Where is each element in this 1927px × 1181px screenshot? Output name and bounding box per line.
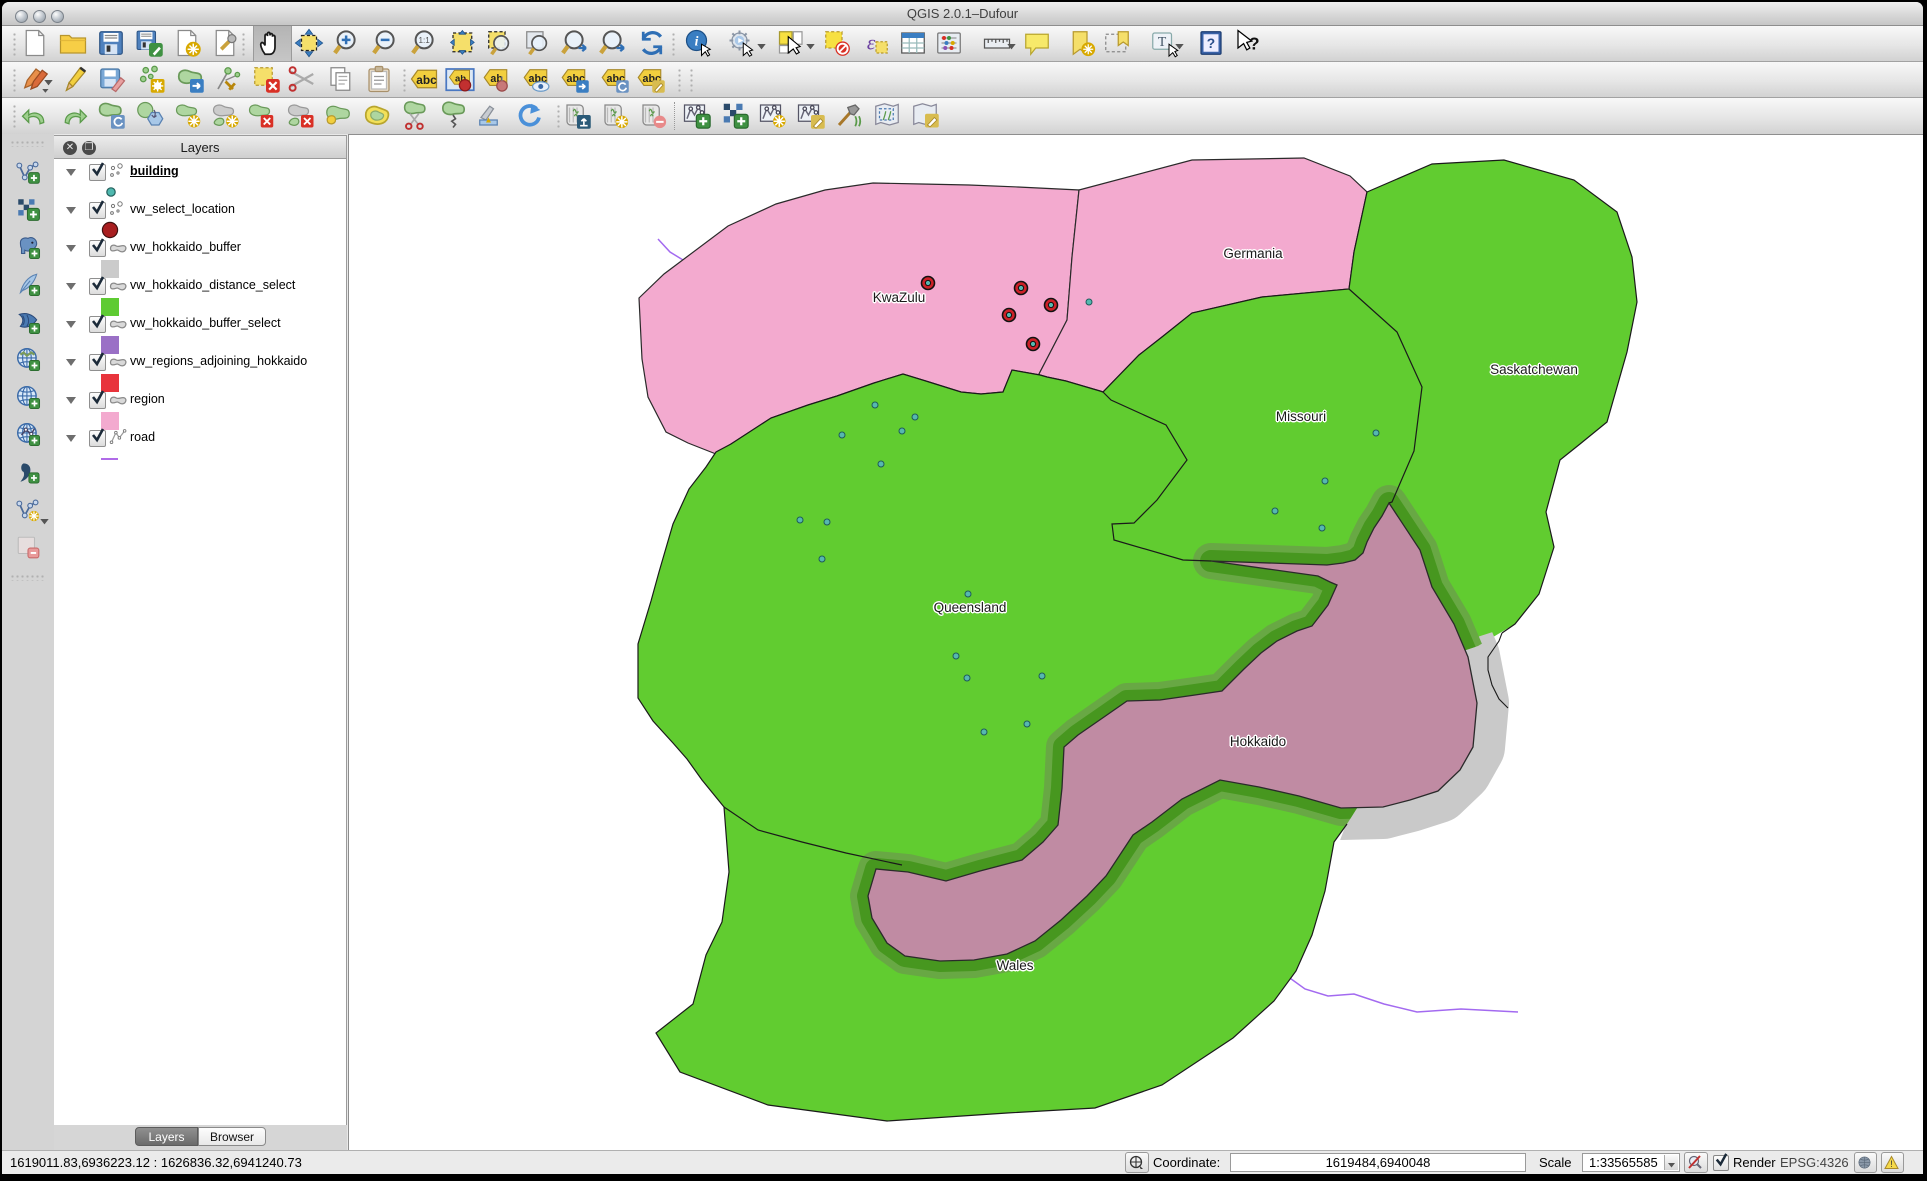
svg-text:Missouri: Missouri [1276, 409, 1326, 424]
svg-text:!: ! [1890, 1159, 1893, 1169]
svg-text:Wales: Wales [996, 958, 1033, 973]
svg-text:Saskatchewan: Saskatchewan [1490, 362, 1578, 377]
svg-text:Queensland: Queensland [934, 600, 1007, 615]
svg-text:Hokkaido: Hokkaido [1230, 734, 1286, 749]
svg-text:Germania: Germania [1223, 246, 1283, 261]
svg-text:KwaZulu: KwaZulu [873, 290, 926, 305]
